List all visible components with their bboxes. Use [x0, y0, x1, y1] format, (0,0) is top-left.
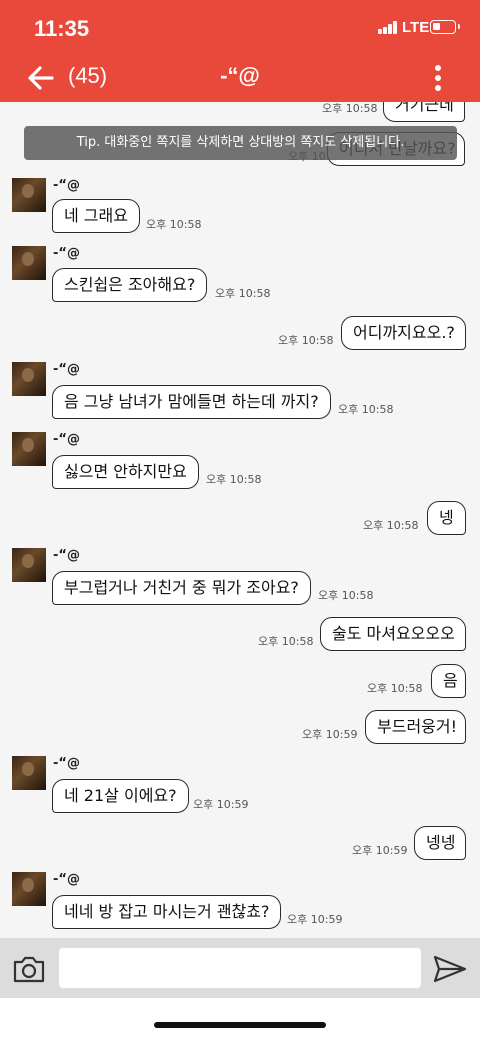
message-time: 오후 10:58	[363, 519, 419, 532]
conversation-title: -“@	[220, 63, 260, 88]
sender-name: -“@	[53, 178, 80, 193]
avatar[interactable]	[12, 362, 46, 396]
message-time: 오후 10:58	[278, 334, 334, 347]
message-time: 오후 10:58	[215, 287, 271, 300]
message-bubble[interactable]: 넹	[427, 501, 466, 535]
battery-icon	[430, 20, 460, 34]
message-time: 오후 10:58	[146, 218, 202, 231]
avatar[interactable]	[12, 432, 46, 466]
message-time: 오후 10:58	[367, 682, 423, 695]
network-label: LTE	[402, 19, 430, 36]
send-icon[interactable]	[432, 954, 468, 984]
message-time: 오후 10:58	[338, 403, 394, 416]
message-bubble[interactable]: 스킨쉽은 조아해요?	[52, 268, 208, 302]
message-bubble[interactable]: 음	[431, 664, 466, 698]
message-bubble[interactable]: 네 21살 이에요?	[52, 779, 189, 813]
message-time: 오후 10:58	[318, 589, 374, 602]
message-time: 오후 10:58	[322, 102, 378, 115]
sender-name: -“@	[53, 432, 80, 447]
unread-count: (45)	[68, 63, 108, 88]
message-time: 오후 10:58	[206, 473, 262, 486]
more-menu-icon[interactable]	[428, 64, 448, 92]
avatar[interactable]	[12, 872, 46, 906]
message-time: 오후 10:59	[287, 913, 343, 926]
message-bubble[interactable]: 싫으면 안하지만요	[52, 455, 199, 489]
avatar[interactable]	[12, 246, 46, 280]
message-bubble[interactable]: 네 그래요	[52, 199, 140, 233]
message-bubble[interactable]: 술도 마셔요오오오	[320, 617, 466, 651]
message-bubble[interactable]: 부그럽거나 거친거 중 뭐가 조아요?	[52, 571, 311, 605]
signal-icon	[378, 21, 398, 34]
sender-name: -“@	[53, 362, 80, 377]
sender-name: -“@	[53, 548, 80, 563]
avatar[interactable]	[12, 756, 46, 790]
back-arrow-icon[interactable]	[26, 63, 56, 93]
status-bar: 11:35 LTE	[0, 0, 480, 54]
message-time: 오후 10:58	[258, 635, 314, 648]
status-time: 11:35	[34, 16, 90, 41]
message-input[interactable]	[59, 948, 421, 988]
avatar[interactable]	[12, 178, 46, 212]
message-time: 오후 10:59	[193, 798, 249, 811]
message-time: 오후 10:59	[352, 844, 408, 857]
message-time: 오후 10:59	[302, 728, 358, 741]
message-bubble[interactable]: 넹넹	[414, 826, 466, 860]
message-bubble[interactable]: 거기근데	[383, 102, 465, 122]
avatar[interactable]	[12, 548, 46, 582]
sender-name: -“@	[53, 756, 80, 771]
sender-name: -“@	[53, 246, 80, 261]
message-bubble[interactable]: 어디까지요오.?	[341, 316, 466, 350]
message-bubble[interactable]: 부드러웅거!	[365, 710, 466, 744]
message-bubble[interactable]: 음 그냥 남녀가 맘에들면 하는데 까지?	[52, 385, 331, 419]
tip-banner: Tip. 대화중인 쪽지를 삭제하면 상대방의 쪽지도 삭제됩니다.	[24, 126, 457, 160]
message-bubble[interactable]: 네네 방 잡고 마시는거 괜찮쵸?	[52, 895, 282, 929]
compose-bar	[0, 938, 480, 998]
camera-icon[interactable]	[12, 953, 46, 985]
home-indicator[interactable]	[154, 1022, 326, 1028]
sender-name: -“@	[53, 872, 80, 887]
app-bar: (45) -“@	[0, 54, 480, 102]
message-list[interactable]: 오후 10:58 거기근데 오후 10:58 어디서 만날까요? Tip. 대화…	[0, 102, 480, 938]
